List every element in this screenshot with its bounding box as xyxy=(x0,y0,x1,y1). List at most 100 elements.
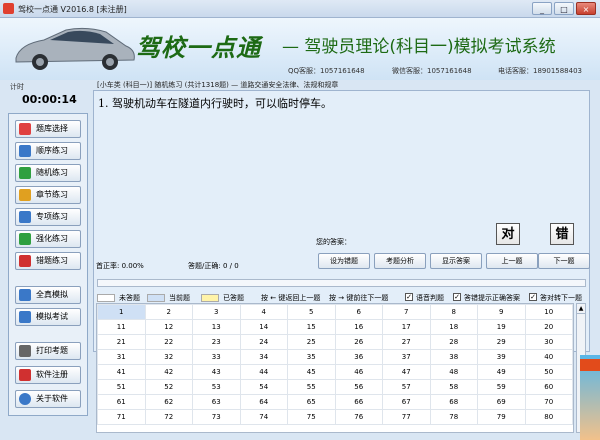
question-cell[interactable]: 39 xyxy=(477,349,526,365)
question-cell[interactable]: 66 xyxy=(334,394,383,410)
topic-practice-button[interactable]: 专项练习 xyxy=(15,208,81,226)
mark-wrong-button[interactable]: 设为错题 xyxy=(318,253,370,269)
sequential-practice-button[interactable]: 顺序练习 xyxy=(15,142,81,160)
question-cell[interactable]: 56 xyxy=(334,379,383,395)
question-cell[interactable]: 58 xyxy=(429,379,478,395)
maximize-button[interactable]: □ xyxy=(554,2,574,15)
question-cell[interactable]: 6 xyxy=(334,304,383,320)
question-cell[interactable]: 52 xyxy=(144,379,193,395)
show-answer-button[interactable]: 显示答案 xyxy=(430,253,482,269)
question-cell[interactable]: 71 xyxy=(97,409,146,425)
question-cell[interactable]: 22 xyxy=(144,334,193,350)
question-cell[interactable]: 43 xyxy=(192,364,241,380)
question-cell[interactable]: 54 xyxy=(239,379,288,395)
question-cell[interactable]: 4 xyxy=(239,304,288,320)
question-cell[interactable]: 34 xyxy=(239,349,288,365)
question-cell[interactable]: 48 xyxy=(429,364,478,380)
question-cell[interactable]: 79 xyxy=(477,409,526,425)
question-cell[interactable]: 2 xyxy=(144,304,193,320)
question-cell[interactable]: 8 xyxy=(429,304,478,320)
question-cell[interactable]: 13 xyxy=(192,319,241,335)
register-button[interactable]: 软件注册 xyxy=(15,366,81,384)
question-cell[interactable]: 42 xyxy=(144,364,193,380)
horizontal-scrollbar[interactable] xyxy=(97,279,586,287)
question-cell[interactable]: 63 xyxy=(192,394,241,410)
question-cell[interactable]: 25 xyxy=(287,334,336,350)
question-cell[interactable]: 5 xyxy=(287,304,336,320)
question-cell[interactable]: 12 xyxy=(144,319,193,335)
question-cell[interactable]: 76 xyxy=(334,409,383,425)
random-practice-button[interactable]: 随机练习 xyxy=(15,164,81,182)
question-cell[interactable]: 37 xyxy=(382,349,431,365)
question-cell[interactable]: 24 xyxy=(239,334,288,350)
wrong-questions-button[interactable]: 错题练习 xyxy=(15,252,81,270)
question-cell[interactable]: 78 xyxy=(429,409,478,425)
question-cell[interactable]: 72 xyxy=(144,409,193,425)
voice-checkbox[interactable]: ✓ xyxy=(405,293,413,301)
question-cell[interactable]: 11 xyxy=(97,319,146,335)
full-simulation-button[interactable]: 全真模拟 xyxy=(15,286,81,304)
question-cell[interactable]: 57 xyxy=(382,379,431,395)
question-cell[interactable]: 27 xyxy=(382,334,431,350)
question-cell[interactable]: 19 xyxy=(477,319,526,335)
next-question-button[interactable]: 下一题 xyxy=(538,253,590,269)
print-questions-button[interactable]: 打印考题 xyxy=(15,342,81,360)
question-cell[interactable]: 1 xyxy=(97,304,146,320)
question-cell[interactable]: 74 xyxy=(239,409,288,425)
question-cell[interactable]: 59 xyxy=(477,379,526,395)
question-cell[interactable]: 47 xyxy=(382,364,431,380)
question-cell[interactable]: 55 xyxy=(287,379,336,395)
show-correct-checkbox[interactable]: ✓ xyxy=(453,293,461,301)
question-cell[interactable]: 18 xyxy=(429,319,478,335)
question-cell[interactable]: 80 xyxy=(524,409,573,425)
question-cell[interactable]: 51 xyxy=(97,379,146,395)
question-cell[interactable]: 20 xyxy=(524,319,573,335)
question-cell[interactable]: 46 xyxy=(334,364,383,380)
question-cell[interactable]: 33 xyxy=(192,349,241,365)
question-cell[interactable]: 15 xyxy=(287,319,336,335)
question-cell[interactable]: 70 xyxy=(524,394,573,410)
question-cell[interactable]: 28 xyxy=(429,334,478,350)
question-cell[interactable]: 65 xyxy=(287,394,336,410)
question-cell[interactable]: 50 xyxy=(524,364,573,380)
question-cell[interactable]: 3 xyxy=(192,304,241,320)
prev-question-button[interactable]: 上一题 xyxy=(486,253,538,269)
answer-correct-button[interactable]: 对 xyxy=(496,223,520,245)
question-cell[interactable]: 40 xyxy=(524,349,573,365)
question-cell[interactable]: 41 xyxy=(97,364,146,380)
answer-wrong-button[interactable]: 错 xyxy=(550,223,574,245)
question-cell[interactable]: 49 xyxy=(477,364,526,380)
question-cell[interactable]: 38 xyxy=(429,349,478,365)
question-cell[interactable]: 32 xyxy=(144,349,193,365)
question-cell[interactable]: 29 xyxy=(477,334,526,350)
question-cell[interactable]: 61 xyxy=(97,394,146,410)
question-bank-button[interactable]: 题库选择 xyxy=(15,120,81,138)
question-cell[interactable]: 31 xyxy=(97,349,146,365)
analysis-button[interactable]: 考题分析 xyxy=(374,253,426,269)
chapter-practice-button[interactable]: 章节练习 xyxy=(15,186,81,204)
question-cell[interactable]: 35 xyxy=(287,349,336,365)
question-cell[interactable]: 16 xyxy=(334,319,383,335)
question-cell[interactable]: 10 xyxy=(524,304,573,320)
mock-exam-button[interactable]: 模拟考试 xyxy=(15,308,81,326)
question-cell[interactable]: 62 xyxy=(144,394,193,410)
question-cell[interactable]: 17 xyxy=(382,319,431,335)
question-cell[interactable]: 7 xyxy=(382,304,431,320)
ad-banner[interactable] xyxy=(580,355,600,440)
question-cell[interactable]: 77 xyxy=(382,409,431,425)
minimize-button[interactable]: _ xyxy=(532,2,552,15)
close-button[interactable]: × xyxy=(576,2,596,15)
question-cell[interactable]: 67 xyxy=(382,394,431,410)
question-cell[interactable]: 44 xyxy=(239,364,288,380)
about-button[interactable]: 关于软件 xyxy=(15,390,81,408)
scroll-up-icon[interactable]: ▲ xyxy=(577,304,585,314)
question-cell[interactable]: 23 xyxy=(192,334,241,350)
question-cell[interactable]: 30 xyxy=(524,334,573,350)
question-cell[interactable]: 64 xyxy=(239,394,288,410)
question-cell[interactable]: 21 xyxy=(97,334,146,350)
question-cell[interactable]: 75 xyxy=(287,409,336,425)
question-cell[interactable]: 9 xyxy=(477,304,526,320)
question-cell[interactable]: 53 xyxy=(192,379,241,395)
question-cell[interactable]: 26 xyxy=(334,334,383,350)
question-cell[interactable]: 14 xyxy=(239,319,288,335)
